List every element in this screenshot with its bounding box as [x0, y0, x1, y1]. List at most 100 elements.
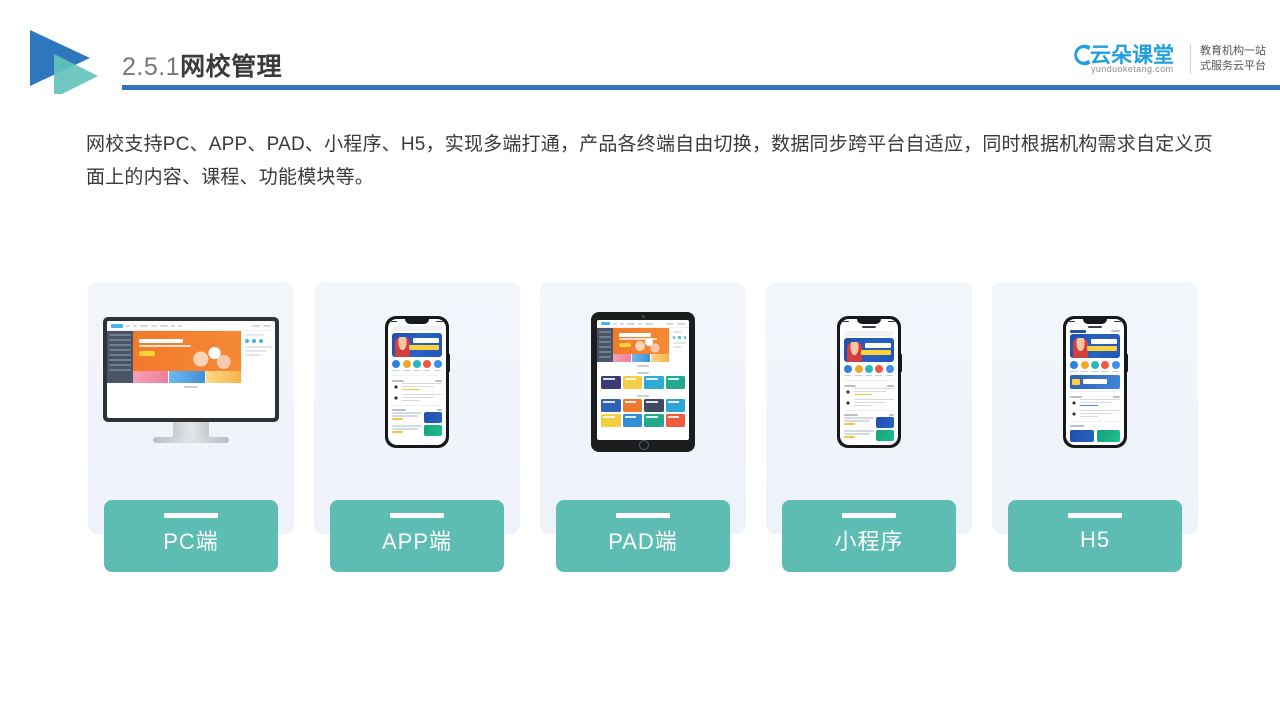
mock-site-main — [107, 331, 275, 383]
device-card-app[interactable]: APP端 — [314, 282, 520, 572]
device-label-text: 小程序 — [834, 529, 904, 554]
device-card-pad[interactable]: PAD端 — [540, 282, 746, 572]
mock-nav-item — [252, 324, 260, 327]
tablet-icon — [591, 312, 695, 452]
mock-site-section-heading — [597, 362, 689, 369]
device-mockup-phone-miniprogram — [766, 282, 972, 482]
phone-side-button — [1126, 354, 1128, 372]
tablet-shell — [591, 312, 695, 452]
desktop-monitor-icon — [103, 317, 279, 447]
tablet-camera — [641, 315, 645, 318]
tablet-home-button — [639, 440, 649, 450]
phone-shell — [1063, 316, 1127, 448]
mock-quick-icons — [1066, 358, 1124, 374]
mock-promo-banner — [1070, 375, 1120, 389]
corp-logo-tagline: 教育机构一站 式服务云平台 — [1200, 44, 1266, 74]
device-label-text: PAD端 — [608, 529, 678, 554]
device-label-text: PC端 — [163, 529, 219, 554]
phone-side-button — [900, 354, 902, 372]
mock-recommend-list — [840, 417, 898, 441]
corp-logo-tagline-line2: 式服务云平台 — [1200, 60, 1266, 72]
device-mockup-desktop — [88, 282, 294, 482]
device-mockup-tablet — [540, 282, 746, 482]
phone-screen — [388, 319, 446, 445]
mock-hero-banner — [1070, 334, 1120, 358]
mock-site-promo-strip — [133, 371, 241, 383]
mock-nav-item — [171, 324, 175, 327]
device-mockup-phone-app — [314, 282, 520, 482]
mock-course-list — [840, 387, 898, 408]
phone-notch — [857, 319, 881, 324]
label-dash — [1068, 513, 1122, 518]
mock-recommend-cards — [1066, 428, 1124, 444]
phone-side-button — [448, 354, 450, 372]
mock-site-hero-banner — [133, 331, 241, 371]
mock-site-topbar — [107, 321, 275, 331]
smartphone-icon — [837, 316, 902, 448]
smartphone-icon — [1063, 316, 1128, 448]
label-dash — [390, 513, 444, 518]
mock-quick-icons — [388, 357, 446, 373]
page-header: 2.5.1网校管理 云朵课堂 yunduoketang.com 教育机构一站 式… — [0, 0, 1280, 100]
device-label-text: H5 — [1079, 527, 1111, 552]
corp-logo-mark: 云朵课堂 yunduoketang.com — [1068, 37, 1186, 81]
mock-site-sidebar — [597, 328, 613, 362]
mock-site-course-grid-1 — [597, 376, 689, 392]
page-title: 2.5.1网校管理 — [122, 47, 282, 87]
device-label-pc[interactable]: PC端 — [104, 500, 278, 572]
mock-site-section-heading-3 — [597, 392, 689, 399]
mock-site-right-panel — [241, 331, 275, 383]
label-dash — [616, 513, 670, 518]
mock-recommend-list — [388, 412, 446, 436]
label-dash — [164, 513, 218, 518]
intro-paragraph: 网校支持PC、APP、PAD、小程序、H5，实现多端打通，产品各终端自由切换，数… — [86, 134, 1213, 188]
device-card-h5[interactable]: H5 — [992, 282, 1198, 572]
device-label-app[interactable]: APP端 — [330, 500, 504, 572]
tablet-screen — [597, 320, 689, 440]
mock-search-bar — [392, 326, 442, 331]
phone-shell — [837, 316, 901, 448]
mock-nav-item — [133, 324, 137, 327]
mock-site-hero-banner — [613, 328, 669, 354]
phone-notch — [405, 319, 429, 324]
mock-nav-item — [178, 324, 182, 327]
label-dash — [842, 513, 896, 518]
device-label-pad[interactable]: PAD端 — [556, 500, 730, 572]
mock-nav-item — [160, 324, 168, 327]
section-number: 2.5.1 — [122, 53, 181, 81]
monitor-stand-foot — [153, 437, 229, 443]
mock-search-bar — [844, 331, 894, 336]
monitor-bezel — [103, 317, 279, 422]
mock-site-main — [597, 328, 689, 362]
corp-logo: 云朵课堂 yunduoketang.com 教育机构一站 式服务云平台 — [1068, 36, 1266, 82]
mock-nav-right — [252, 324, 271, 327]
mock-site-topbar — [597, 320, 689, 328]
mock-course-list — [1066, 398, 1124, 419]
phone-notch — [1083, 319, 1107, 324]
mock-course-list — [388, 382, 446, 403]
corp-logo-tagline-line1: 教育机构一站 — [1200, 45, 1266, 57]
mock-nav-item — [151, 324, 157, 327]
device-label-text: APP端 — [381, 529, 453, 554]
corp-logo-url: yunduoketang.com — [1091, 64, 1174, 74]
title-underline-rule — [122, 85, 1280, 90]
mock-quick-icons — [840, 362, 898, 378]
monitor-screen — [107, 321, 275, 418]
device-card-miniprogram[interactable]: 小程序 — [766, 282, 972, 572]
device-label-h5[interactable]: H5 — [1008, 500, 1182, 572]
device-mockup-phone-h5 — [992, 282, 1198, 482]
mock-site-sidebar — [107, 331, 133, 383]
device-card-row: PC端 APP端 PAD端 小程序 H5 — [88, 282, 1198, 574]
smartphone-icon — [385, 316, 450, 448]
mock-nav-item — [140, 324, 148, 327]
mock-hero-banner — [844, 338, 894, 362]
section-title: 网校管理 — [180, 53, 283, 81]
mock-site-course-grid-2 — [597, 399, 689, 430]
mock-site-section-heading-2 — [597, 369, 689, 376]
mock-site-logo — [111, 323, 123, 328]
device-card-pc[interactable]: PC端 — [88, 282, 294, 572]
mock-nav-item — [263, 324, 271, 327]
device-label-miniprogram[interactable]: 小程序 — [782, 500, 956, 572]
mock-hero-banner — [392, 333, 442, 357]
phone-screen — [1066, 319, 1124, 445]
